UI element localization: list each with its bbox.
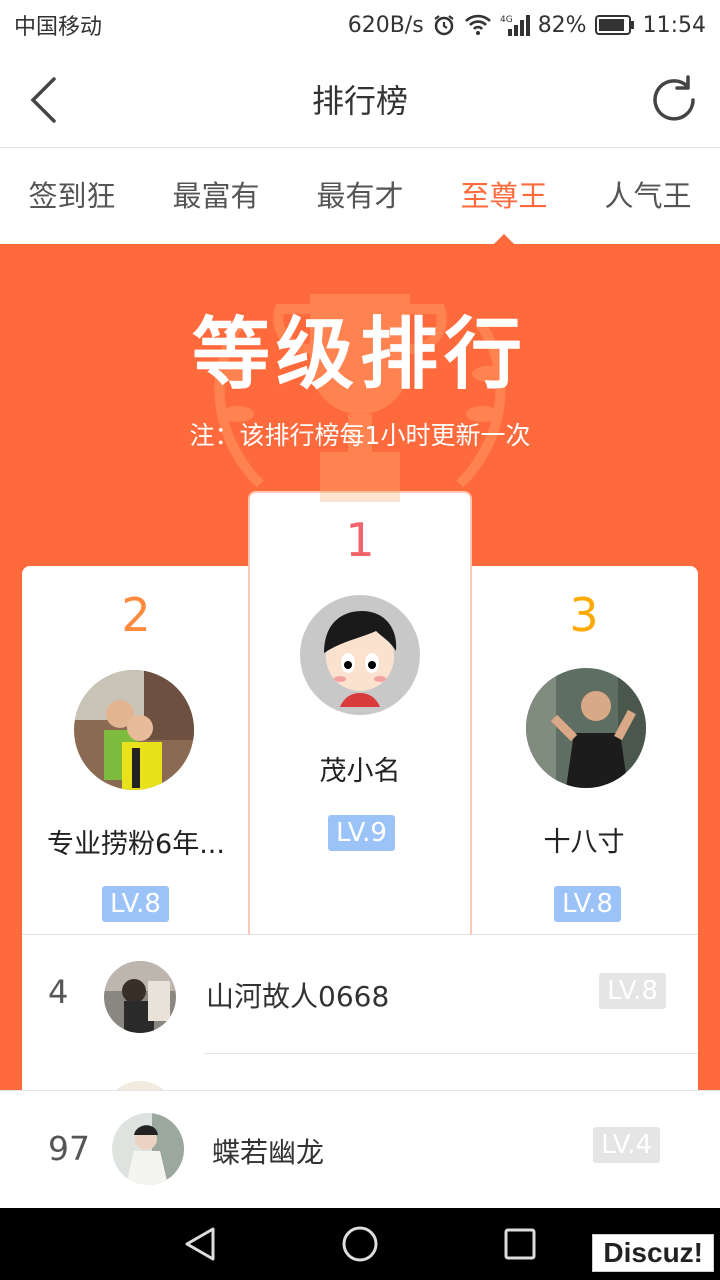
tab-popular[interactable]: 人气王 (576, 149, 720, 244)
tab-talented[interactable]: 最有才 (288, 149, 432, 244)
level-badge: LV.9 (328, 815, 395, 851)
rank-number: 2 (121, 588, 151, 642)
page-title: 排行榜 (311, 81, 408, 120)
avatar[interactable] (112, 1113, 184, 1185)
back-button[interactable] (18, 72, 68, 128)
banner-title: 等级排行 (191, 310, 528, 400)
cellular-signal-icon: 4G (500, 13, 530, 37)
level-badge: LV.8 (554, 886, 621, 922)
network-speed: 620B/s (347, 12, 424, 38)
clock-time: 11:54 (642, 12, 706, 38)
alarm-icon (432, 13, 456, 37)
avatar[interactable] (300, 595, 420, 715)
update-note: 注：该排行榜每1小时更新一次 (189, 421, 531, 450)
carrier-label: 中国移动 (14, 15, 103, 40)
rank-number: 4 (48, 973, 69, 1011)
podium-third[interactable]: 3 十八寸 LV.8 (470, 566, 698, 936)
nav-recents-button[interactable] (500, 1224, 540, 1264)
my-rank-number: 97 (48, 1129, 90, 1168)
watermark-label: Discuz! (592, 1234, 714, 1272)
tab-richest[interactable]: 最富有 (144, 149, 288, 244)
tab-checkin[interactable]: 签到狂 (0, 149, 144, 244)
my-rank-row[interactable]: 97 蝶若幽龙 LV.4 (0, 1090, 720, 1208)
avatar[interactable] (104, 961, 176, 1033)
ranking-tabs: 签到狂 最富有 最有才 至尊王 人气王 (0, 149, 720, 245)
wifi-icon (464, 14, 492, 36)
battery-icon (594, 14, 635, 36)
navbar: 排行榜 (0, 50, 720, 148)
nav-home-button[interactable] (340, 1224, 380, 1264)
my-level-badge: LV.4 (593, 1127, 660, 1163)
square-recents-icon (504, 1228, 536, 1260)
chevron-left-icon (30, 77, 56, 123)
nav-back-button[interactable] (180, 1224, 220, 1264)
username: 山河故人0668 (206, 980, 390, 1013)
username: 茂小名 (319, 756, 401, 787)
avatar[interactable] (526, 668, 646, 788)
circle-home-icon (342, 1226, 378, 1262)
network-type-label: 4G (500, 15, 513, 25)
my-username: 蝶若幽龙 (212, 1136, 325, 1169)
refresh-icon (653, 75, 695, 121)
level-badge: LV.8 (599, 973, 666, 1009)
refresh-button[interactable] (646, 72, 702, 128)
ranking-list: 4 山河故人0668 LV.8 (22, 935, 698, 1095)
android-nav-bar: Discuz! (0, 1208, 720, 1280)
rank-number: 3 (569, 588, 599, 642)
username: 专业捞粉6年... (47, 829, 225, 860)
triangle-back-icon (185, 1227, 215, 1261)
podium-second[interactable]: 2 专业捞粉6年... LV.8 (22, 566, 250, 936)
level-badge: LV.8 (102, 886, 169, 922)
username: 十八寸 (543, 827, 625, 858)
row-divider (204, 1053, 698, 1054)
status-right: 620B/s 4G 82% 11:54 (348, 13, 706, 38)
list-item[interactable]: 4 山河故人0668 LV.8 (22, 935, 698, 1054)
status-bar: 中国移动 620B/s 4G 82% 11:54 (0, 0, 720, 50)
tab-supreme[interactable]: 至尊王 (432, 149, 576, 245)
battery-percent: 82% (537, 12, 587, 38)
screen: 中国移动 620B/s 4G 82% 11:54 排行榜 签到狂 最富有 最有才… (0, 0, 720, 1280)
avatar[interactable] (74, 670, 194, 790)
